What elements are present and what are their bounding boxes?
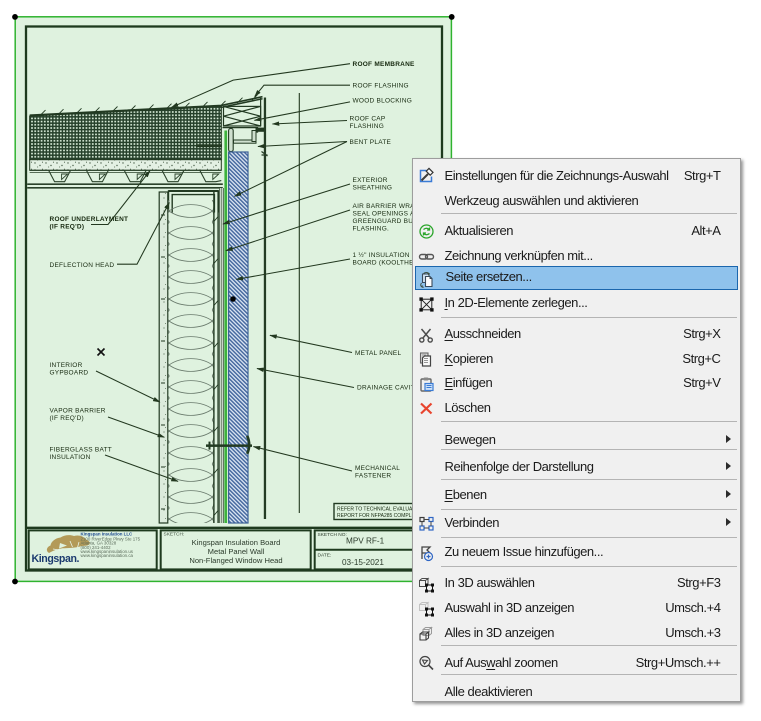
svg-text:METAL PANEL: METAL PANEL <box>355 350 401 357</box>
svg-text:ROOF UNDERLAYMENT: ROOF UNDERLAYMENT <box>50 216 129 223</box>
svg-text:Kingspan.: Kingspan. <box>32 553 80 565</box>
svg-text:03-15-2021: 03-15-2021 <box>342 558 384 567</box>
svg-text:WOOD BLOCKING: WOOD BLOCKING <box>353 97 413 104</box>
svg-text:Kingspan Insulation Board: Kingspan Insulation Board <box>192 538 281 547</box>
svg-text:AIR BARRIER WRAP.: AIR BARRIER WRAP. <box>353 203 421 210</box>
svg-text:SKETCH:: SKETCH: <box>164 532 185 538</box>
svg-text:MECHANICAL: MECHANICAL <box>355 465 400 472</box>
svg-text:(IF REQ'D): (IF REQ'D) <box>50 223 85 230</box>
svg-text:FLASHING: FLASHING <box>350 123 385 130</box>
svg-text:Metal Panel Wall: Metal Panel Wall <box>208 547 265 556</box>
svg-text:ROOF CAP: ROOF CAP <box>350 116 386 123</box>
svg-text:BOARD (KOOLTHE: BOARD (KOOLTHE <box>353 260 415 267</box>
svg-text:Non-Flanged Window Head: Non-Flanged Window Head <box>189 556 282 565</box>
svg-text:BENT PLATE: BENT PLATE <box>350 139 392 146</box>
svg-text:VAPOR BARRIER: VAPOR BARRIER <box>50 408 106 415</box>
svg-text:(IF REQ'D): (IF REQ'D) <box>50 415 84 422</box>
svg-text:DRAINAGE CAVIT: DRAINAGE CAVIT <box>357 384 415 391</box>
svg-text:SHEATHING: SHEATHING <box>353 185 393 192</box>
svg-text:SKETCH NO:: SKETCH NO: <box>318 532 347 538</box>
svg-text:ROOF MEMBRANE: ROOF MEMBRANE <box>353 61 416 68</box>
svg-text:GYPBOARD: GYPBOARD <box>50 369 89 376</box>
svg-text:DEFLECTION HEAD: DEFLECTION HEAD <box>50 262 115 269</box>
svg-text:www.kingspaninsulation.ca: www.kingspaninsulation.ca <box>81 553 134 558</box>
svg-text:FASTENER: FASTENER <box>355 473 391 480</box>
svg-text:GREENGUARD BU: GREENGUARD BU <box>353 218 414 225</box>
svg-text:MPV RF-1: MPV RF-1 <box>346 537 385 546</box>
svg-text:SEAL OPENINGS A: SEAL OPENINGS A <box>353 211 415 218</box>
svg-text:EXTERIOR: EXTERIOR <box>353 177 388 184</box>
svg-text:DATE:: DATE: <box>318 553 332 559</box>
svg-text:ROOF FLASHING: ROOF FLASHING <box>353 83 409 90</box>
svg-text:FIBERGLASS BATT: FIBERGLASS BATT <box>50 446 113 453</box>
svg-text:INTERIOR: INTERIOR <box>50 362 83 369</box>
svg-text:1 ½" INSULATION: 1 ½" INSULATION <box>353 251 410 259</box>
svg-text:FLASHING.: FLASHING. <box>353 226 390 233</box>
svg-text:INSULATION: INSULATION <box>50 454 91 461</box>
